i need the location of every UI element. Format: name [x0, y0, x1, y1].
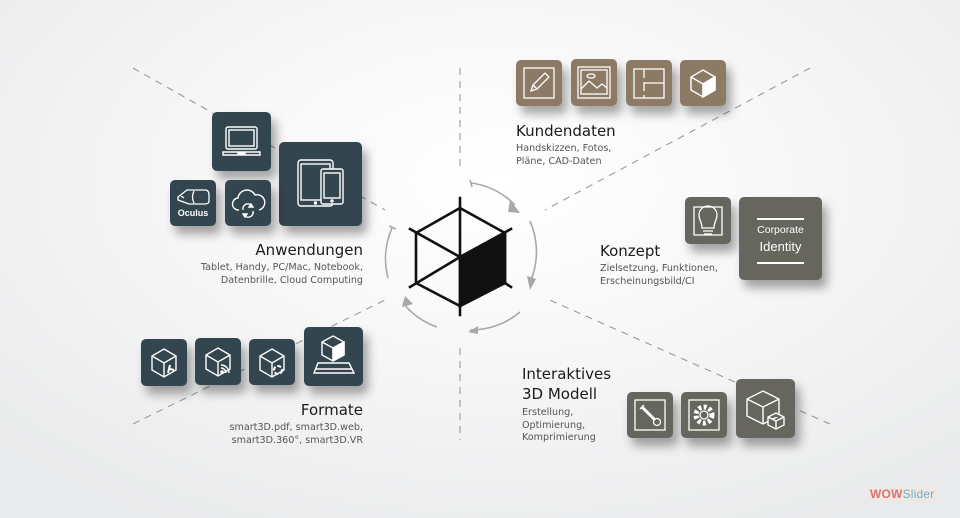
desc-line: Erstellung, — [522, 407, 574, 418]
cube-pdf-icon[interactable] — [141, 339, 187, 386]
laptop-icon[interactable] — [212, 112, 271, 171]
arrow-head — [402, 296, 413, 307]
desc-line: smart3D.pdf, smart3D.web, — [229, 422, 363, 433]
ci-line-top — [757, 218, 804, 220]
formate-title: Formate — [300, 401, 363, 419]
desc-line: Handskizzen, Fotos, — [516, 143, 612, 154]
konzept-desc: Zielsetzung, Funktionen, Erscheinungsbil… — [600, 263, 718, 288]
corporate-identity-icon[interactable]: Corporate Identity — [739, 197, 822, 280]
oculus-icon[interactable]: Oculus — [170, 180, 216, 226]
modell-desc: Erstellung, Optimierung, Komprimierung — [522, 407, 596, 445]
oculus-label: Oculus — [177, 208, 209, 218]
cubes-icon[interactable] — [736, 379, 795, 438]
cloud-sync-icon[interactable] — [225, 180, 271, 226]
arrow-head — [508, 200, 520, 213]
kundendaten-desc: Handskizzen, Fotos, Pläne, CAD-Daten — [516, 143, 611, 168]
tablet-phone-icon[interactable] — [279, 142, 362, 226]
desc-line: Tablet, Handy, PC/Mac, Notebook, — [200, 262, 363, 273]
cube-icon[interactable] — [680, 60, 726, 106]
cube-360-icon[interactable] — [249, 339, 295, 385]
desc-line: Erscheinungsbild/CI — [600, 275, 695, 287]
pencil-icon[interactable] — [516, 60, 562, 106]
lightbulb-icon[interactable] — [685, 197, 731, 244]
photo-icon[interactable] — [571, 59, 617, 106]
cube-vr-icon[interactable] — [304, 327, 363, 386]
title-line: Interaktives — [522, 365, 612, 383]
kundendaten-title: Kundendaten — [516, 122, 616, 140]
arrow-head — [527, 276, 536, 290]
desc-line: Optimierung, — [522, 419, 586, 431]
desc-line: smart3D.360°, smart3D.VR — [231, 434, 363, 446]
desc-line: Komprimierung — [522, 432, 596, 443]
formate-desc: smart3D.pdf, smart3D.web, smart3D.360°, … — [150, 422, 363, 447]
arrow-head — [468, 326, 478, 334]
title-line: 3D Modell — [522, 385, 598, 403]
konzept-title: Konzept — [600, 242, 661, 260]
ci-label-identity: Identity — [759, 239, 802, 254]
ci-label-corporate: Corporate — [757, 224, 804, 236]
gear-icon[interactable] — [681, 392, 727, 438]
wowslider-watermark[interactable]: WOWSlider — [867, 486, 938, 502]
ci-line-bottom — [757, 262, 804, 264]
watermark-part1: WOW — [870, 487, 903, 501]
watermark-part2: Slider — [902, 487, 935, 501]
smart3d-hexagon-cube-icon — [408, 196, 513, 317]
wrench-icon[interactable] — [627, 392, 673, 438]
cube-web-icon[interactable] — [195, 338, 241, 385]
desc-line: Datenbrille, Cloud Computing — [220, 274, 363, 286]
anwendungen-desc: Tablet, Handy, PC/Mac, Notebook, Datenbr… — [140, 262, 363, 287]
anwendungen-title: Anwendungen — [255, 241, 363, 259]
desc-line: Pläne, CAD-Daten — [516, 155, 602, 167]
desc-line: Zielsetzung, Funktionen, — [600, 263, 718, 274]
floorplan-icon[interactable] — [626, 60, 672, 106]
modell-title: Interaktives 3D Modell — [522, 364, 611, 404]
